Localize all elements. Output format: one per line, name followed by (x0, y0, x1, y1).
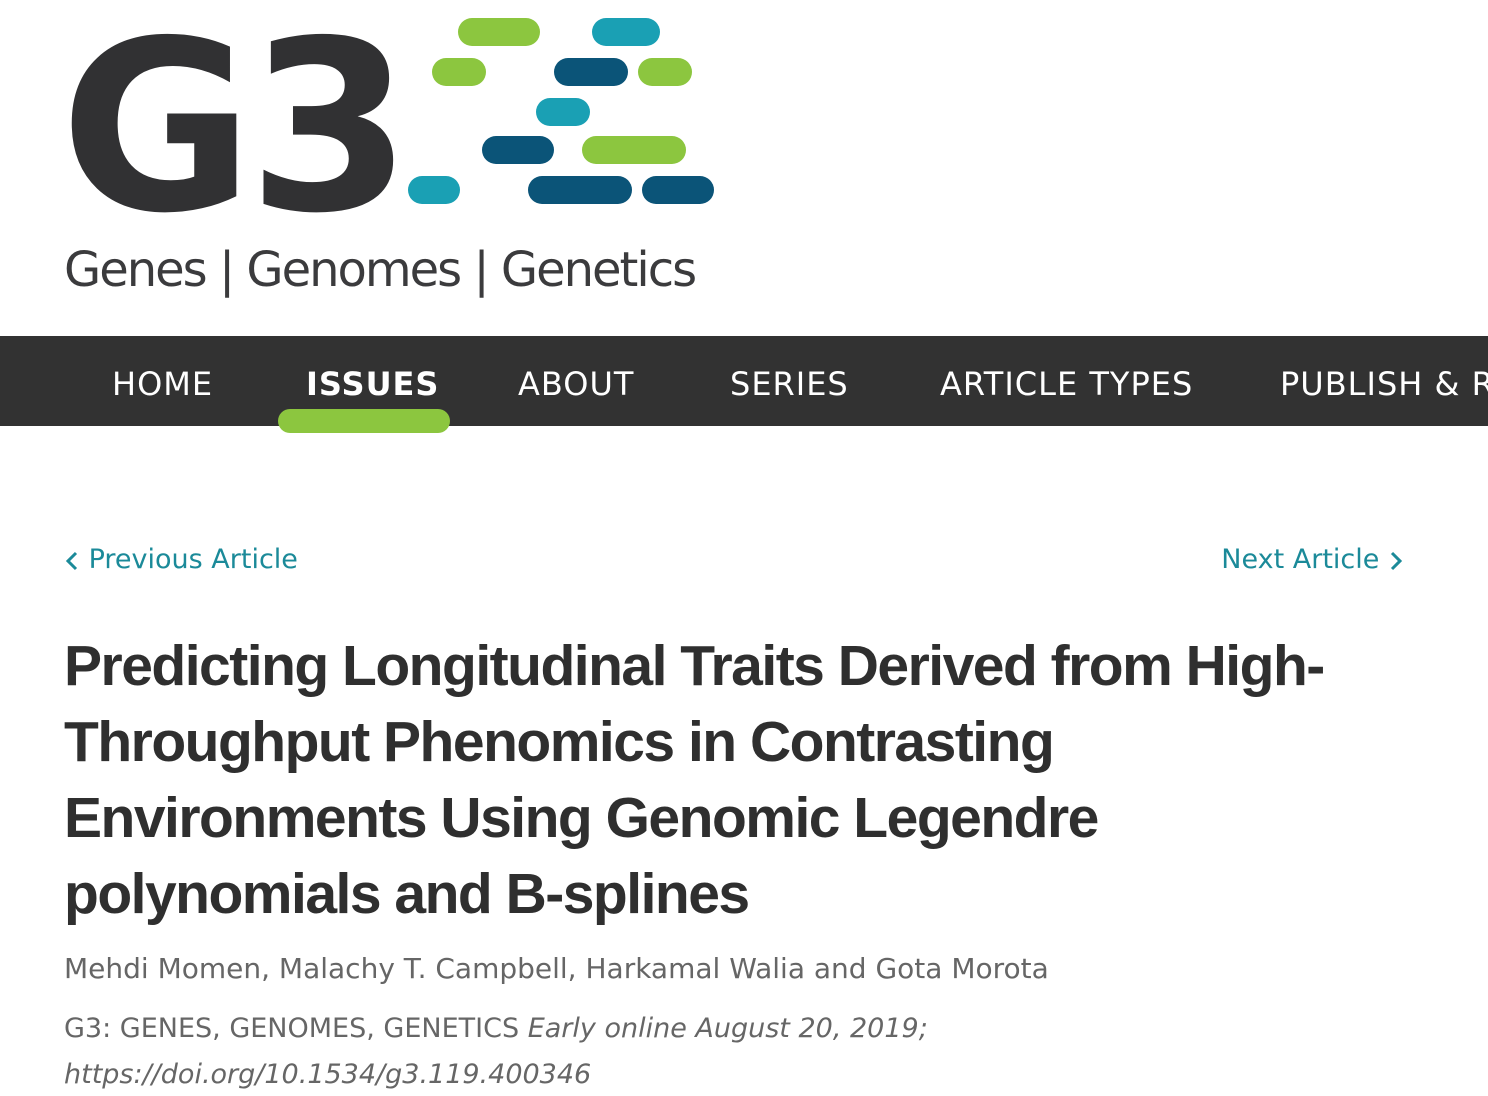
nav-home[interactable]: HOME (112, 336, 213, 426)
next-article-link[interactable]: Next Article (1221, 540, 1404, 580)
doi-link[interactable]: https://doi.org/10.1534/g3.119.400346 (64, 1059, 591, 1090)
main-navbar: HOME ISSUES ABOUT SERIES ARTICLE TYPES P… (0, 336, 1488, 426)
article-title: Predicting Longitudinal Traits Derived f… (64, 634, 1325, 926)
active-tab-indicator (278, 409, 450, 433)
page: G3 Genes | Genomes | Genetics HOME ISSUE… (0, 0, 1488, 1096)
logo-bars-graphic (408, 18, 714, 204)
publication-date: Early online August 20, 2019; (527, 1013, 928, 1044)
previous-article-link[interactable]: Previous Article (64, 540, 298, 580)
nav-about[interactable]: ABOUT (518, 336, 634, 426)
nav-series[interactable]: SERIES (730, 336, 849, 426)
next-article-label: Next Article (1221, 544, 1380, 575)
nav-publish-review[interactable]: PUBLISH & RE (1280, 336, 1488, 426)
chevron-right-icon (1390, 551, 1403, 570)
previous-article-label: Previous Article (88, 544, 298, 575)
article-authors[interactable]: Mehdi Momen, Malachy T. Campbell, Harkam… (64, 948, 1049, 990)
nav-article-types[interactable]: ARTICLE TYPES (940, 336, 1193, 426)
article-citation: G3: GENES, GENOMES, GENETICS Early onlin… (64, 1006, 1064, 1096)
logo-tagline: Genes | Genomes | Genetics (64, 242, 697, 298)
journal-name: G3: GENES, GENOMES, GENETICS (64, 1013, 520, 1044)
chevron-left-icon (65, 551, 78, 570)
journal-logo[interactable]: G3 Genes | Genomes | Genetics (60, 10, 740, 310)
